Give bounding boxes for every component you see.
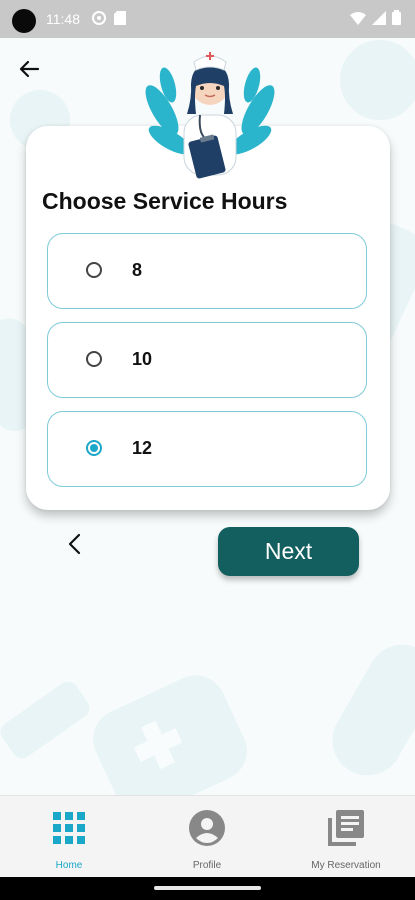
- nav-label-home: Home: [55, 860, 83, 871]
- nav-label-my-reservation: My Reservation: [311, 860, 381, 871]
- system-icons: [350, 10, 401, 25]
- nurse-illustration: [145, 52, 275, 179]
- person-icon: [189, 810, 225, 846]
- option-12-hours[interactable]: 12: [47, 411, 367, 487]
- signal-icon: [372, 10, 386, 25]
- home-gesture-handle[interactable]: [154, 886, 261, 890]
- nav-item-home[interactable]: Home: [0, 796, 138, 878]
- status-time: 11:48: [46, 11, 80, 27]
- nav-label-profile: Profile: [192, 860, 222, 871]
- bottom-navigation: Home Profile My Reservation: [0, 795, 415, 878]
- next-button[interactable]: Next: [218, 527, 359, 576]
- previous-chevron-icon[interactable]: [64, 532, 86, 556]
- service-hours-card: Choose Service Hours 8 10 12: [26, 126, 390, 510]
- option-label: 8: [132, 260, 143, 280]
- wifi-icon: [350, 11, 366, 25]
- camera-cutout: [12, 9, 36, 33]
- nav-item-my-reservation[interactable]: My Reservation: [277, 796, 415, 878]
- notification-icons: [92, 11, 126, 25]
- battery-icon: [392, 10, 401, 25]
- option-label: 10: [132, 349, 153, 369]
- status-bar: 11:48: [0, 0, 415, 38]
- library-icon: [328, 810, 364, 846]
- radio-button-selected[interactable]: [86, 440, 102, 456]
- option-10-hours[interactable]: 10: [47, 322, 367, 398]
- card-title: Choose Service Hours: [42, 188, 288, 214]
- grid-icon: [53, 812, 85, 844]
- nav-item-profile[interactable]: Profile: [138, 796, 276, 878]
- sd-card-icon: [114, 11, 126, 25]
- radio-button[interactable]: [86, 262, 102, 278]
- option-label: 12: [132, 438, 153, 458]
- radio-button[interactable]: [86, 351, 102, 367]
- app-notification-icon: [92, 11, 106, 25]
- back-arrow-icon[interactable]: [16, 56, 42, 82]
- option-8-hours[interactable]: 8: [47, 233, 367, 309]
